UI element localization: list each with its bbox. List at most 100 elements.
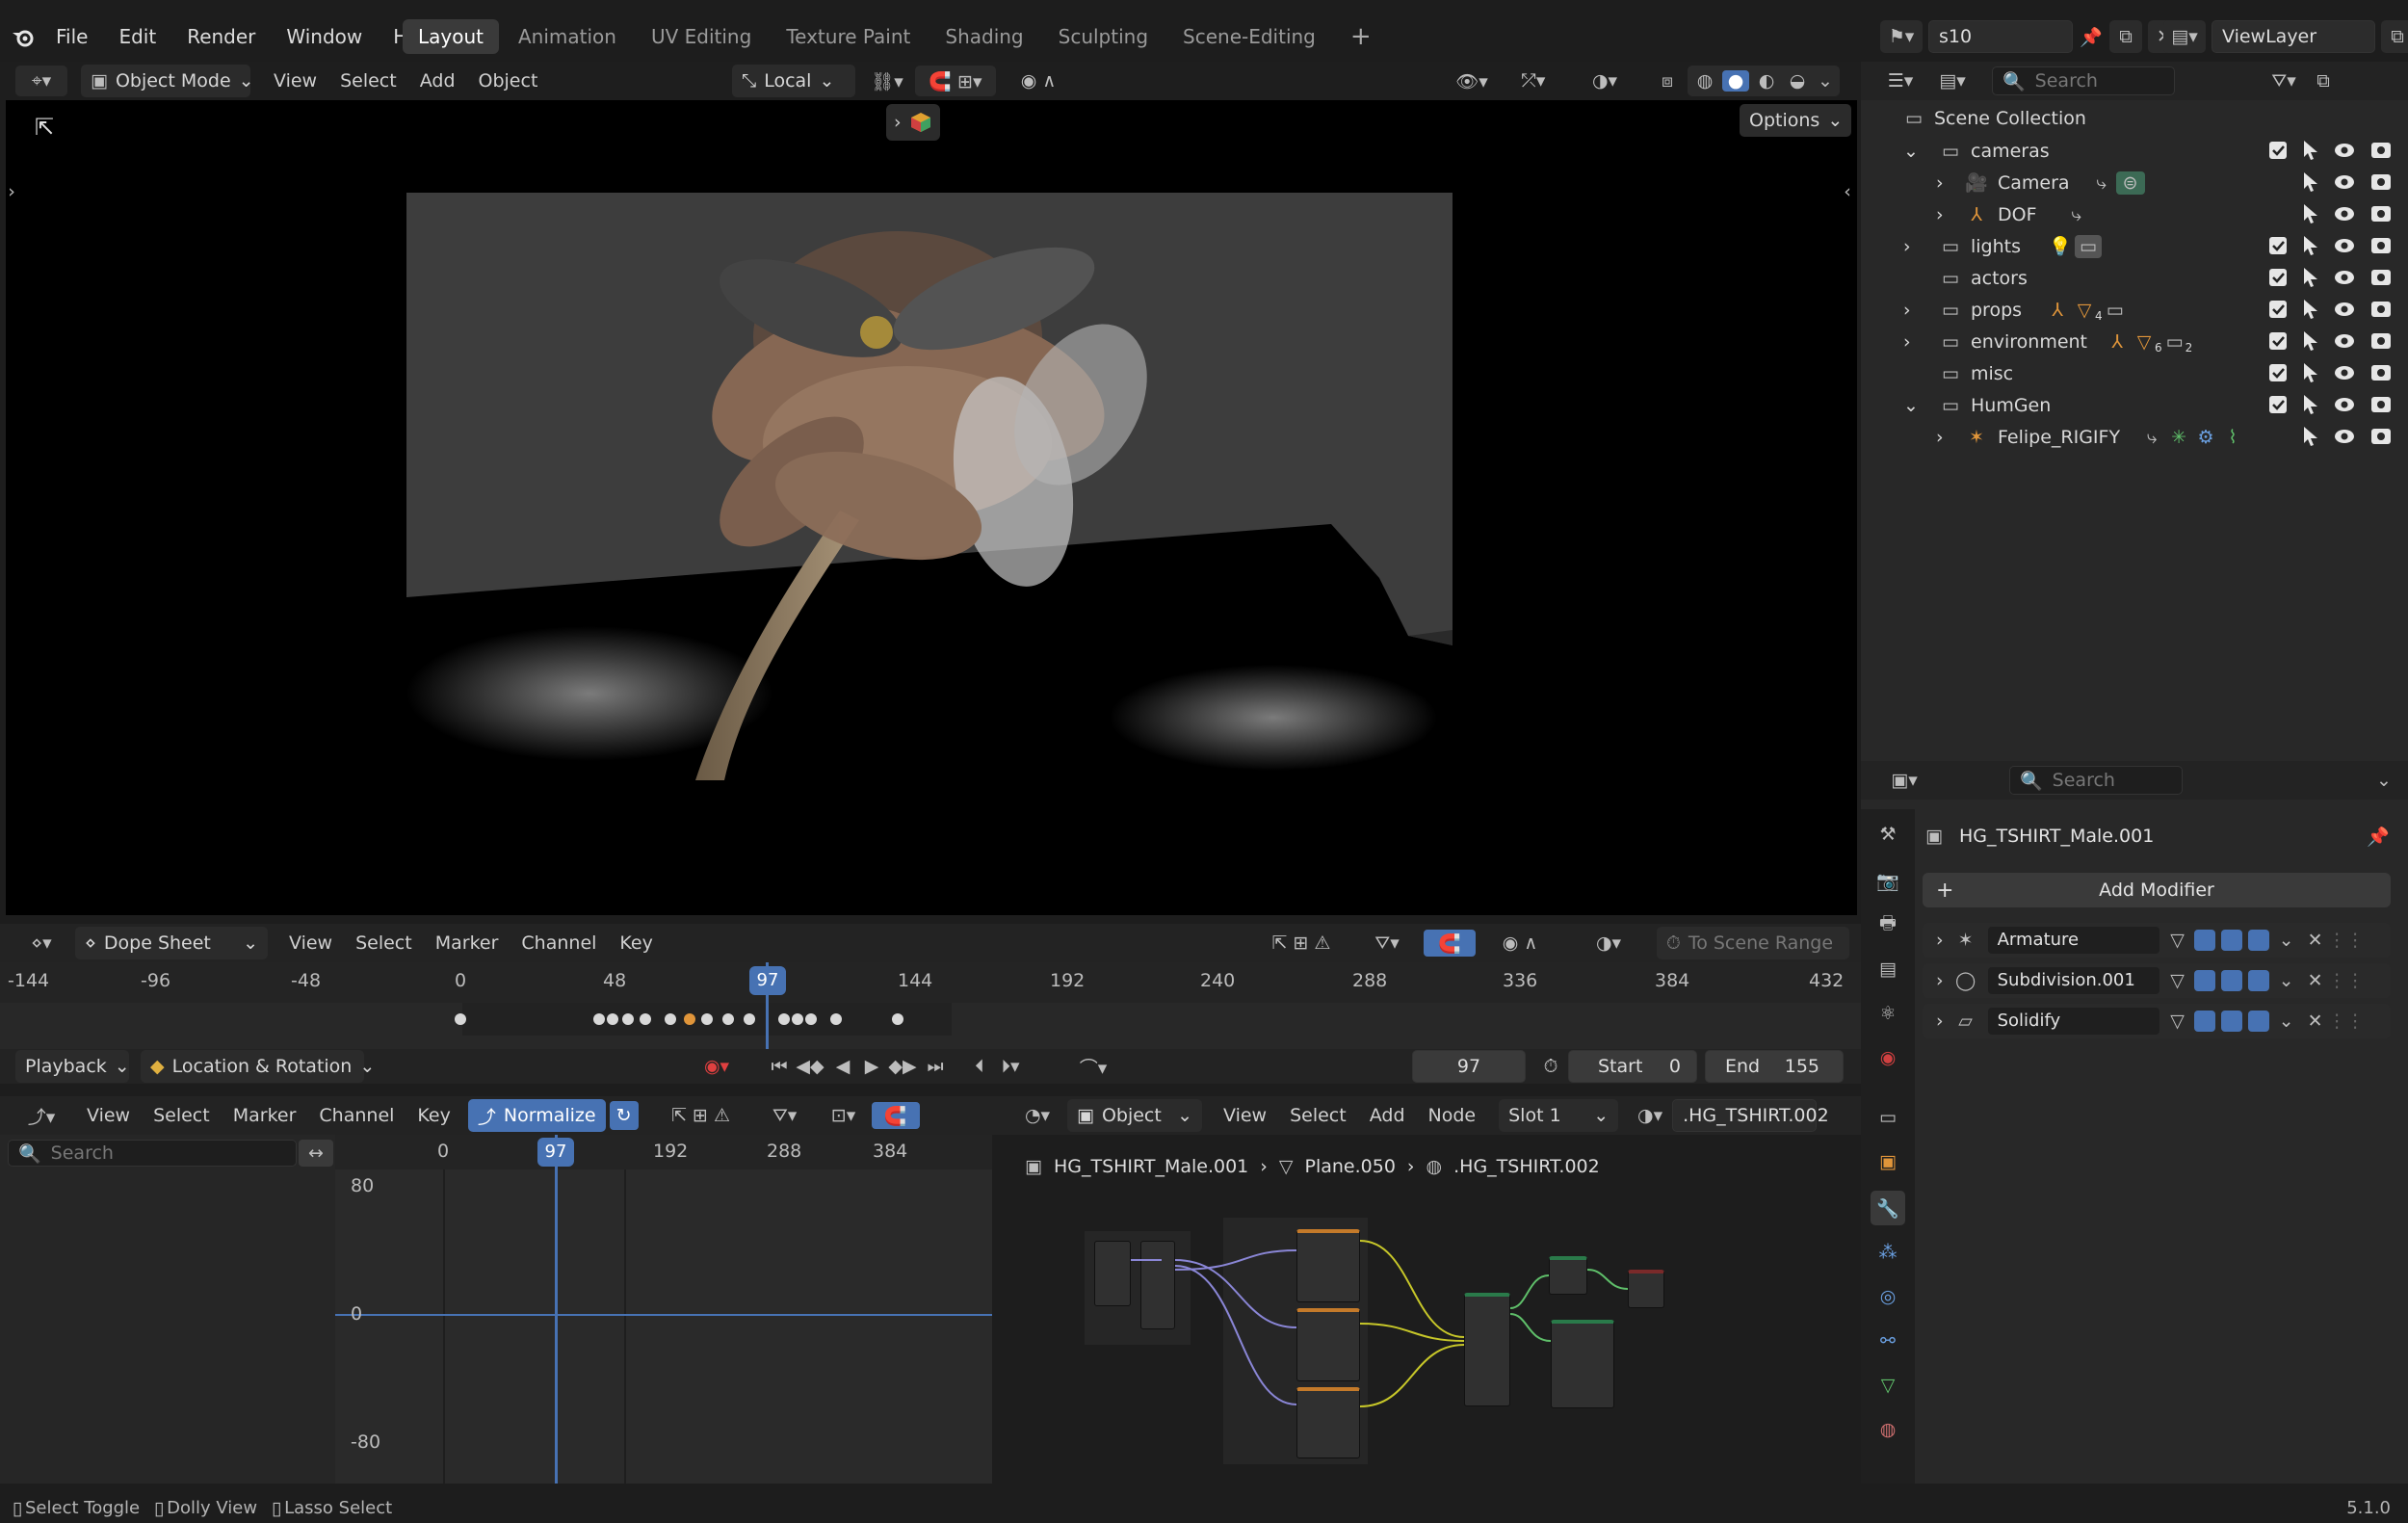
editor-type-icon[interactable]: ⋄▾ — [15, 932, 67, 954]
keyframe[interactable] — [622, 1013, 634, 1025]
filter-icon[interactable]: ⛛▾ — [1364, 932, 1410, 954]
select-filters-icon[interactable]: ⇱ ⊞ ⚠ — [1260, 932, 1343, 954]
curve-line[interactable] — [335, 1314, 992, 1316]
modifier-name-field[interactable]: Subdivision.001 — [1987, 967, 2159, 994]
add-workspace-icon[interactable]: + — [1335, 19, 1387, 54]
editor-type-icon[interactable]: ▣▾ — [1882, 770, 1926, 791]
render-icon[interactable] — [2247, 970, 2269, 991]
dopesheet-menu-select[interactable]: Select — [344, 932, 424, 954]
shader-menu-node[interactable]: Node — [1417, 1105, 1488, 1126]
cage-icon[interactable] — [2193, 930, 2215, 951]
modifier-name-field[interactable]: Armature — [1987, 927, 2159, 954]
menu-edit[interactable]: Edit — [103, 17, 171, 56]
chevron-right-icon[interactable]: › — [1936, 172, 1955, 194]
record-icon[interactable]: ◉▾ — [692, 1056, 742, 1077]
keyframe[interactable] — [455, 1013, 466, 1025]
chevron-down-icon[interactable]: ⌄ — [2277, 930, 2296, 951]
exclude-checkbox[interactable] — [2269, 301, 2287, 318]
chevron-right-icon[interactable]: › — [1936, 930, 1944, 951]
proportional-icon[interactable]: ◉ ∧ — [1491, 932, 1549, 954]
viewport-3d[interactable]: ⇱ › ‹ › Options ⌄ — [6, 100, 1857, 915]
keyframe[interactable] — [593, 1013, 605, 1025]
tool-tab-icon[interactable]: ⚒ — [1874, 821, 1901, 848]
object-mode-dropdown[interactable]: ▣ Object Mode ⌄ — [81, 65, 254, 97]
world-tab-icon[interactable]: ◉ — [1874, 1044, 1901, 1071]
tab-uv-editing[interactable]: UV Editing — [636, 19, 767, 54]
selectable-icon[interactable] — [2304, 268, 2317, 287]
chevron-right-icon[interactable]: › — [1936, 204, 1955, 225]
properties-search[interactable]: 🔍 Search — [2009, 766, 2183, 795]
outliner-search[interactable]: 🔍 Search — [1992, 66, 2175, 95]
viewport-menu-select[interactable]: Select — [328, 70, 408, 92]
tab-scene-editing[interactable]: Scene-Editing — [1167, 19, 1331, 54]
to-scene-range-button[interactable]: ⏱ To Scene Range — [1657, 927, 1849, 959]
overlays-icon[interactable]: ◑▾ — [1580, 932, 1637, 954]
modifier-tab-icon[interactable]: 🔧 — [1871, 1191, 1905, 1225]
particles-tab-icon[interactable]: ⁂ — [1874, 1239, 1901, 1266]
collection-selector[interactable]: › — [886, 104, 940, 141]
viewport-menu-view[interactable]: View — [262, 70, 328, 92]
material-shading-icon[interactable]: ◐ — [1753, 70, 1780, 92]
graph-area[interactable]: 0 192 288 384 97 80 0 -80 — [335, 1135, 992, 1484]
graph-search[interactable]: 🔍 Search — [8, 1140, 297, 1167]
snap-icon[interactable]: 🧲 — [871, 1102, 920, 1129]
cage-icon[interactable] — [2193, 970, 2215, 991]
rendered-shading-icon[interactable]: ◒ — [1784, 70, 1811, 92]
shader-type-dropdown[interactable]: ▣ Object ⌄ — [1067, 1099, 1202, 1132]
jump-start-icon[interactable]: ⏮ — [767, 1056, 792, 1077]
refresh-icon[interactable]: ↻ — [609, 1101, 639, 1130]
scene-tab-icon[interactable]: ⚛ — [1874, 1000, 1901, 1027]
editor-type-icon[interactable]: ⤴▾ — [15, 1103, 67, 1129]
stopwatch-icon[interactable]: ⏱ — [1537, 1056, 1564, 1077]
chevron-right-icon[interactable]: › — [1903, 331, 1923, 353]
next-frame-icon[interactable]: ⏵▾ — [996, 1056, 1025, 1077]
filter-icon[interactable]: ⛛▾ — [756, 1105, 814, 1126]
chevron-right-icon[interactable]: › — [1936, 427, 1955, 448]
swap-icon[interactable]: ↔ — [299, 1140, 333, 1167]
transform-orientation-dropdown[interactable]: ⤡ Local ⌄ — [732, 65, 855, 97]
view-layer-field[interactable]: ViewLayer — [2212, 20, 2375, 53]
sync-icon[interactable]: ⌒▾ — [1067, 1054, 1119, 1080]
dopesheet-menu-channel[interactable]: Channel — [510, 932, 608, 954]
selectable-icon[interactable] — [2304, 363, 2317, 382]
playhead-frame-marker[interactable]: 97 — [749, 966, 786, 995]
drag-handle-icon[interactable]: ⋮⋮ — [2328, 970, 2365, 991]
menu-window[interactable]: Window — [271, 17, 378, 56]
cage-icon[interactable] — [2193, 1011, 2215, 1032]
chevron-right-icon[interactable]: › — [1936, 970, 1944, 991]
exclude-checkbox[interactable] — [2269, 364, 2287, 381]
dopesheet-mode-dropdown[interactable]: ⋄ Dope Sheet ⌄ — [75, 927, 268, 959]
tab-sculpting[interactable]: Sculpting — [1043, 19, 1164, 54]
constraints-tab-icon[interactable]: ⚯ — [1874, 1327, 1901, 1354]
viewport-menu-add[interactable]: Add — [408, 70, 467, 92]
close-icon[interactable]: ✕ — [2306, 1011, 2325, 1032]
exclude-checkbox[interactable] — [2269, 332, 2287, 350]
data-tab-icon[interactable]: ▽ — [1874, 1372, 1901, 1399]
visibility-icon[interactable]: 👁▾ — [1449, 66, 1495, 96]
select-filters-icon[interactable]: ⇱ ⊞ ⚠ — [660, 1105, 743, 1126]
render-icon[interactable] — [2247, 930, 2269, 951]
render-icon[interactable] — [2247, 1011, 2269, 1032]
right-panel-toggle-icon[interactable]: ‹ — [1842, 177, 1853, 206]
view-layer-icon[interactable]: ▤▾ — [2163, 20, 2206, 53]
playback-dropdown[interactable]: Playback ⌄ — [15, 1050, 130, 1083]
editor-type-icon[interactable]: ⌖▾ — [15, 66, 67, 96]
shader-menu-select[interactable]: Select — [1278, 1105, 1358, 1126]
editor-type-icon[interactable]: ◔▾ — [1013, 1105, 1061, 1126]
modifier-subdivision[interactable]: › ◯ Subdivision.001 ▽ ⌄ ✕ ⋮⋮ — [1923, 963, 2391, 998]
modifier-name-field[interactable]: Solidify — [1987, 1008, 2159, 1035]
exclude-checkbox[interactable] — [2269, 237, 2287, 254]
graph-menu-key[interactable]: Key — [406, 1105, 461, 1126]
scene-icon[interactable]: ⚑▾ — [1880, 20, 1923, 53]
xray-icon[interactable]: ⧈ — [1653, 66, 1682, 96]
select-tool-icon[interactable]: ⇱ — [25, 108, 64, 146]
snap-icon[interactable]: 🧲 — [1424, 930, 1476, 957]
blender-logo-icon[interactable] — [6, 17, 40, 56]
menu-render[interactable]: Render — [171, 17, 271, 56]
drag-handle-icon[interactable]: ⋮⋮ — [2328, 930, 2365, 951]
keying-set-dropdown[interactable]: ◆ Location & Rotation ⌄ — [141, 1050, 375, 1083]
chevron-down-icon[interactable]: ⌄ — [2369, 770, 2398, 791]
play-reverse-icon[interactable]: ◀ — [830, 1056, 855, 1077]
keyframe[interactable] — [684, 1013, 695, 1025]
current-frame-field[interactable]: 97 — [1412, 1050, 1526, 1083]
